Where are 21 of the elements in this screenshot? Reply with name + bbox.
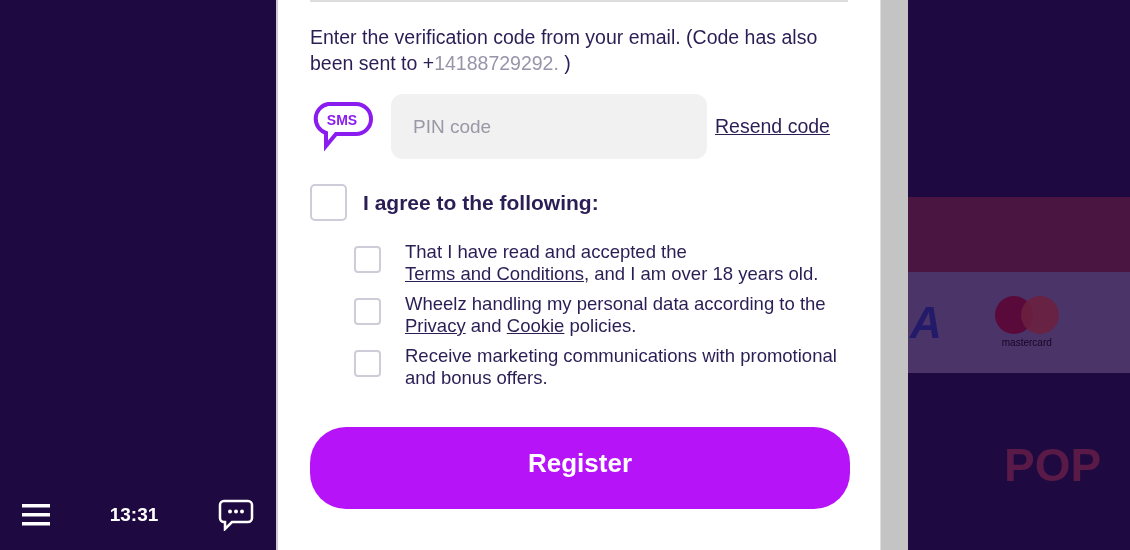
consent-text: Wheelz handling my personal data according to the Privacy and Cookie policies. — [405, 293, 827, 337]
chat-icon[interactable] — [218, 499, 254, 531]
consent-text: That I have read and accepted the Terms and Conditions, and I am over 18 years old. — [405, 241, 820, 285]
checkbox[interactable] — [310, 184, 347, 221]
consent-text: Receive marketing communications with promotional and bonus offers. — [405, 345, 838, 389]
promo-heading: POP — [1004, 438, 1103, 493]
agree-label: I agree to the following: — [363, 189, 599, 216]
link[interactable]: Terms and Conditions — [405, 263, 584, 284]
scrollbar[interactable] — [880, 0, 908, 550]
mastercard-logo: mastercard — [993, 295, 1060, 350]
verification-instructions: Enter the verification code from your email. (Code has also been sent to +14188729292. ) — [310, 25, 819, 76]
link[interactable]: Cookie — [506, 315, 565, 336]
checkbox[interactable] — [354, 298, 381, 325]
checkbox[interactable] — [354, 350, 381, 377]
pin-code-field[interactable]: PIN code — [391, 94, 707, 159]
checkbox[interactable] — [354, 246, 381, 273]
menu-icon[interactable] — [22, 503, 50, 527]
register-button[interactable]: Register — [310, 427, 850, 509]
clock-time: 13:31 — [109, 502, 159, 527]
link[interactable]: Privacy — [405, 315, 466, 336]
resend-code-link[interactable]: Resend code — [715, 111, 830, 142]
